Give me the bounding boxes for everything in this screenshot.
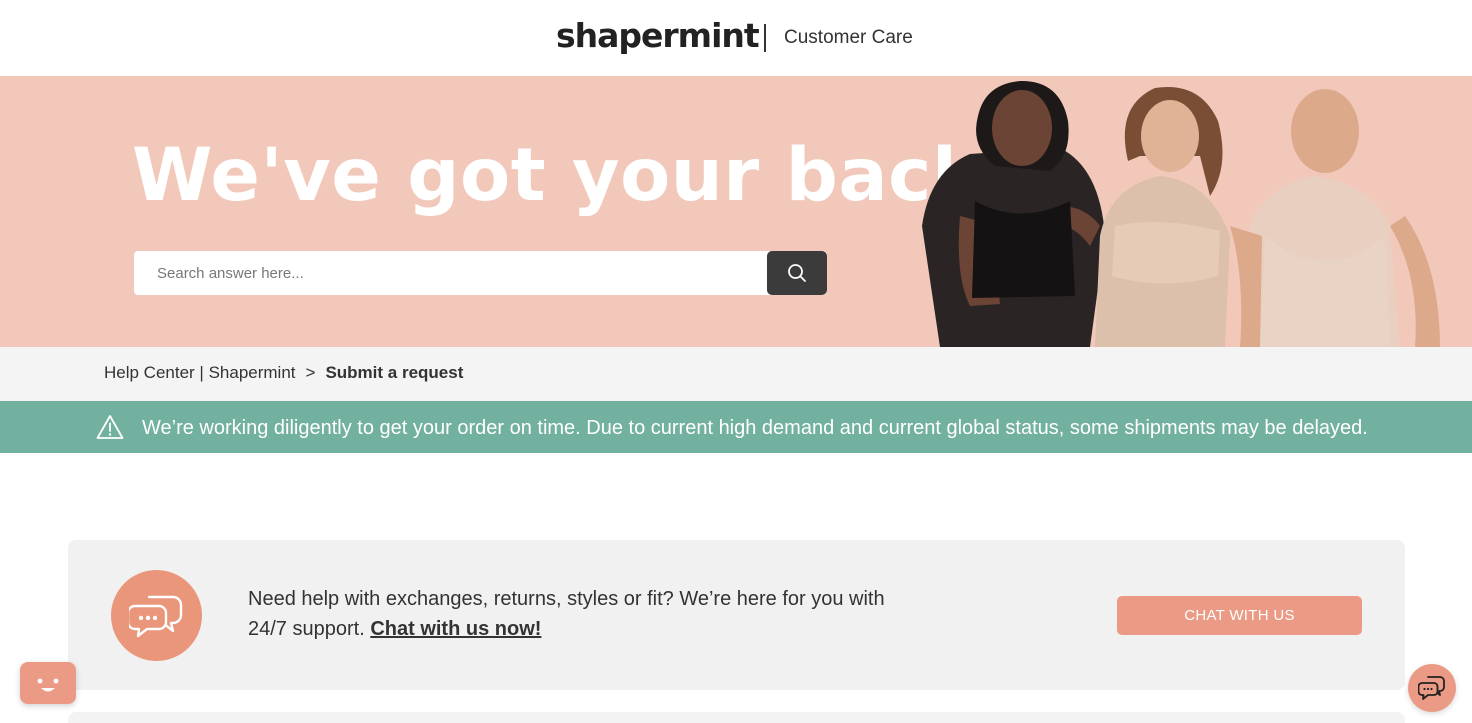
- notice-text: We’re working diligently to get your ord…: [142, 417, 1368, 439]
- warning-icon: [96, 415, 124, 439]
- search-box: [134, 251, 827, 295]
- header-divider: [764, 24, 766, 52]
- help-text: Need help with exchanges, returns, style…: [248, 584, 928, 644]
- breadcrumb-bar: Help Center | Shapermint > Submit a reques…: [0, 347, 1472, 401]
- hero-models-image: [922, 80, 1440, 347]
- breadcrumb-home-link[interactable]: Help Center | Shapermint: [104, 363, 296, 382]
- bot-face-icon: [37, 678, 59, 692]
- help-message: Need help with exchanges, returns, style…: [248, 588, 885, 640]
- chat-with-us-button[interactable]: CHAT WITH US: [1117, 596, 1362, 635]
- site-header: shapermint Customer Care: [0, 0, 1472, 76]
- notice-banner: We’re working diligently to get your ord…: [0, 401, 1472, 453]
- help-card: Need help with exchanges, returns, style…: [68, 540, 1405, 690]
- search-button[interactable]: [767, 251, 827, 295]
- help-avatar: [111, 570, 202, 661]
- breadcrumb: Help Center | Shapermint > Submit a reques…: [104, 363, 463, 383]
- hero-title: We've got your back: [132, 133, 981, 218]
- header-subtitle: Customer Care: [784, 27, 913, 48]
- bot-widget[interactable]: [20, 662, 76, 704]
- search-icon: [788, 264, 806, 282]
- shapermint-logo[interactable]: shapermint: [556, 14, 760, 58]
- breadcrumb-separator: >: [305, 363, 316, 382]
- chat-fab[interactable]: [1408, 664, 1456, 712]
- search-input[interactable]: [134, 251, 767, 295]
- chat-icon: [1418, 676, 1445, 700]
- hero-banner: We've got your back: [0, 76, 1472, 347]
- chat-bubbles-icon: [128, 595, 182, 637]
- next-card: [68, 712, 1405, 723]
- chat-now-link[interactable]: Chat with us now!: [370, 618, 541, 640]
- breadcrumb-current: Submit a request: [325, 363, 464, 382]
